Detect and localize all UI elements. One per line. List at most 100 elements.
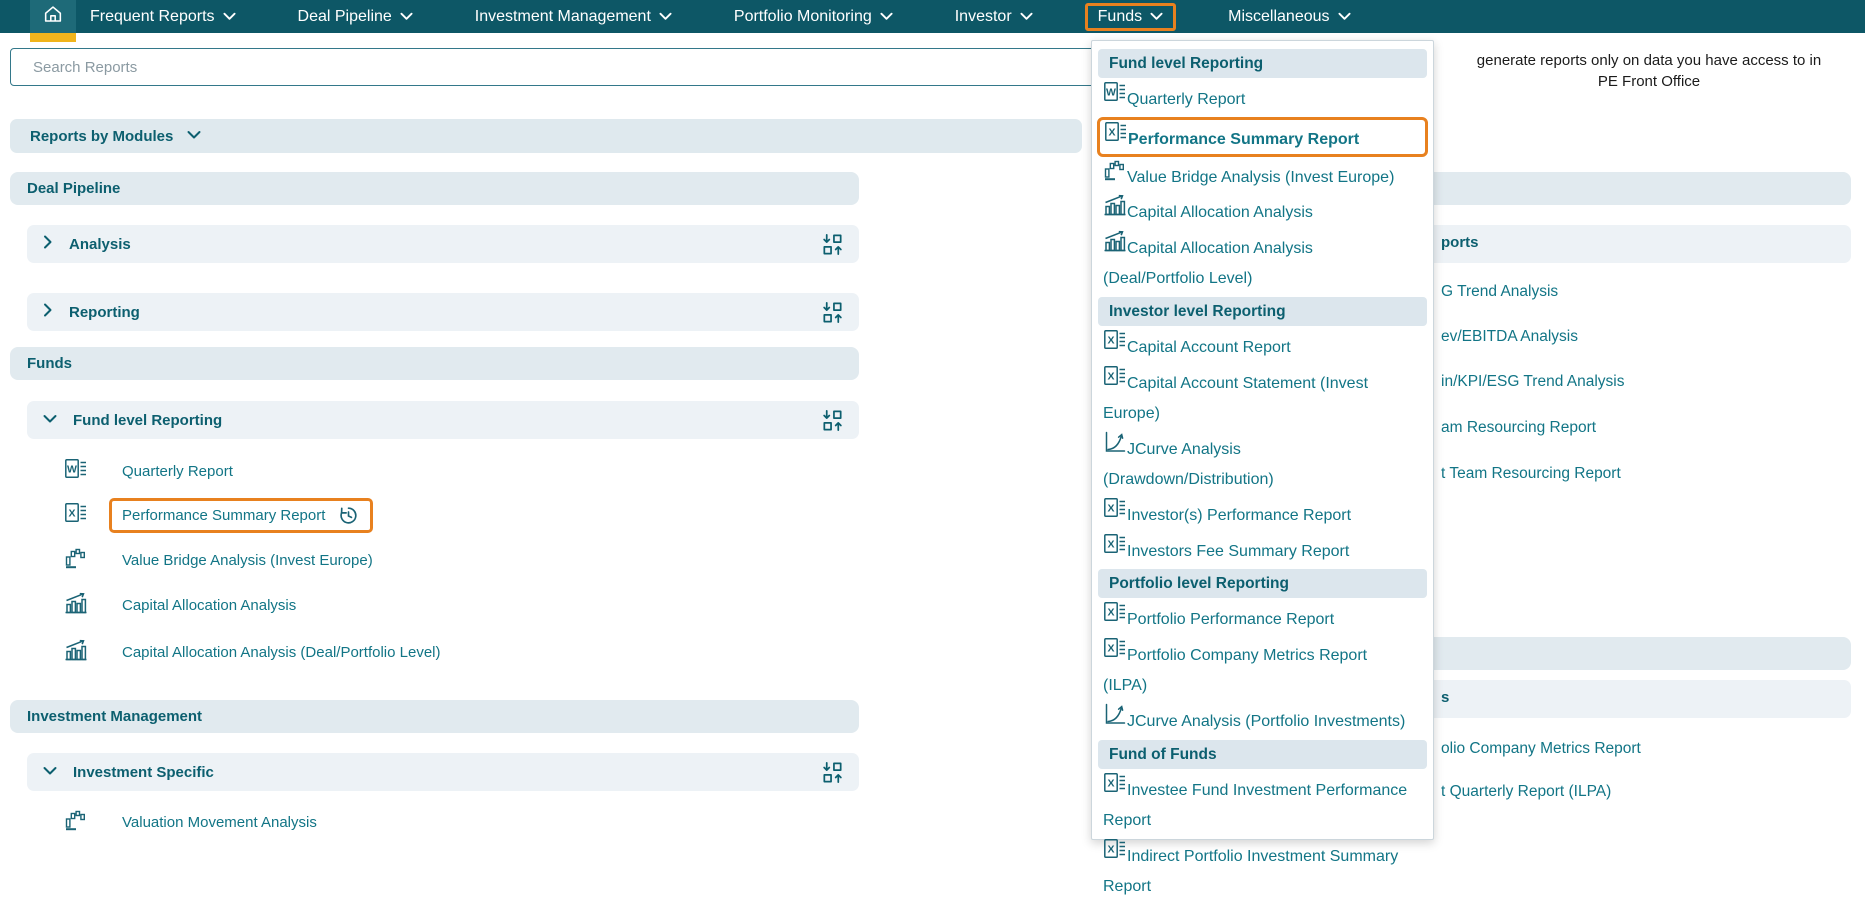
- report-link-fragment[interactable]: in/KPI/ESG Trend Analysis: [1441, 373, 1625, 391]
- report-link-fragment[interactable]: G Trend Analysis: [1441, 283, 1558, 301]
- report-link-fragment[interactable]: ev/EBITDA Analysis: [1441, 328, 1578, 346]
- report-link-performance-summary-report[interactable]: XPerformance Summary Report: [64, 496, 373, 534]
- report-group-investment-specific[interactable]: Investment Specific: [27, 753, 859, 791]
- menu-item-investor-s-performance-report[interactable]: XInvestor(s) Performance Report: [1096, 496, 1429, 532]
- report-link-fragment[interactable]: olio Company Metrics Report: [1441, 740, 1641, 758]
- nav-item-label: Investment Management: [475, 8, 651, 26]
- menu-item-label: Capital Allocation Analysis(Deal/Portfol…: [1103, 240, 1313, 288]
- report-group-fund-level-reporting[interactable]: Fund level Reporting: [27, 401, 859, 439]
- value-bridge-icon: [1103, 169, 1127, 186]
- menu-item-investors-fee-summary-report[interactable]: X Investors Fee Summary Report: [1096, 532, 1429, 568]
- report-link-valuation-movement-analysis[interactable]: Valuation Movement Analysis: [64, 803, 317, 841]
- report-group-analysis[interactable]: Analysis: [27, 225, 859, 263]
- menu-item-capital-allocation-analysis[interactable]: Capital Allocation Analysis: [1096, 193, 1429, 229]
- menu-section-header: Investor level Reporting: [1098, 297, 1427, 326]
- nav-item-label: Investor: [955, 8, 1012, 26]
- nav-item-funds[interactable]: Funds: [1085, 3, 1176, 31]
- report-link-value-bridge-analysis-invest-europe-[interactable]: Value Bridge Analysis (Invest Europe): [64, 541, 373, 579]
- home-icon: [42, 3, 64, 30]
- history-icon[interactable]: [338, 505, 359, 526]
- menu-item-capital-account-report[interactable]: XCapital Account Report: [1096, 328, 1429, 364]
- menu-item-label: Investors Fee Summary Report: [1127, 543, 1349, 560]
- nav-item-deal-pipeline[interactable]: Deal Pipeline: [298, 8, 413, 26]
- nav-item-label: Funds: [1098, 8, 1142, 26]
- chevron-down-icon: [1338, 8, 1351, 26]
- menu-item-indirect-portfolio-investment-summary-report[interactable]: XIndirect Portfolio Investment SummaryRe…: [1096, 837, 1429, 903]
- menu-item-jcurve-analysis-portfolio-investments-[interactable]: JCurve Analysis (Portfolio Investments): [1096, 702, 1429, 738]
- chevron-down-icon: [880, 8, 893, 26]
- report-link-fragment[interactable]: am Resourcing Report: [1441, 419, 1596, 437]
- menu-item-label: Value Bridge Analysis (Invest Europe): [1127, 169, 1394, 186]
- svg-text:W: W: [1106, 87, 1116, 99]
- report-link-quarterly-report[interactable]: WQuarterly Report: [64, 452, 233, 490]
- chevron-down-icon: [1150, 8, 1163, 26]
- nav-item-miscellaneous[interactable]: Miscellaneous: [1228, 8, 1350, 26]
- excel-icon: X: [1103, 782, 1127, 799]
- menu-item-quarterly-report[interactable]: WQuarterly Report: [1096, 80, 1429, 116]
- report-link-capital-allocation-analysis[interactable]: Capital Allocation Analysis: [64, 586, 296, 624]
- report-link-fragment[interactable]: t Team Resourcing Report: [1441, 465, 1621, 483]
- module-section-header: Deal Pipeline: [10, 172, 859, 205]
- expand-collapse-icon[interactable]: [820, 760, 845, 785]
- svg-text:X: X: [1107, 503, 1114, 515]
- home-button[interactable]: [30, 0, 76, 33]
- word-icon: W: [1103, 91, 1127, 108]
- menu-item-label: Quarterly Report: [1127, 91, 1245, 108]
- report-link-label: Capital Allocation Analysis: [122, 597, 296, 614]
- top-navbar: Frequent Reports Deal Pipeline Investment …: [0, 0, 1865, 33]
- reports-by-modules-dropdown[interactable]: Reports by Modules: [10, 119, 1082, 153]
- nav-item-investor[interactable]: Investor: [955, 8, 1033, 26]
- chevron-down-icon: [1020, 8, 1033, 26]
- nav-item-investment-management[interactable]: Investment Management: [475, 8, 672, 26]
- svg-text:X: X: [1108, 126, 1115, 138]
- svg-text:X: X: [1107, 607, 1114, 619]
- report-link-label: Capital Allocation Analysis (Deal/Portfo…: [122, 644, 441, 661]
- nav-item-label: Frequent Reports: [90, 8, 215, 26]
- menu-item-label: Portfolio Performance Report: [1127, 611, 1334, 628]
- report-link-fragment[interactable]: t Quarterly Report (ILPA): [1441, 783, 1611, 801]
- menu-item-investee-fund-investment-performance-report[interactable]: XInvestee Fund Investment PerformanceRep…: [1096, 771, 1429, 837]
- excel-icon: X: [1103, 848, 1127, 865]
- menu-item-capital-account-statement-invest-europe-[interactable]: XCapital Account Statement (InvestEurope…: [1096, 364, 1429, 430]
- svg-text:X: X: [1107, 843, 1114, 855]
- menu-item-portfolio-performance-report[interactable]: X Portfolio Performance Report: [1096, 600, 1429, 636]
- report-link-label: Quarterly Report: [122, 463, 233, 480]
- menu-item-label: JCurve Analysis(Drawdown/Distribution): [1103, 441, 1274, 489]
- bar-chart-icon: [64, 638, 88, 667]
- nav-item-frequent-reports[interactable]: Frequent Reports: [90, 8, 236, 26]
- menu-item-value-bridge-analysis-invest-europe-[interactable]: Value Bridge Analysis (Invest Europe): [1096, 158, 1429, 194]
- module-section-title: Funds: [27, 355, 72, 372]
- jcurve-icon: [1103, 713, 1127, 730]
- menu-item-performance-summary-report[interactable]: XPerformance Summary Report: [1097, 117, 1428, 157]
- nav-item-label: Portfolio Monitoring: [734, 8, 872, 26]
- module-section-title: Deal Pipeline: [27, 180, 120, 197]
- menu-item-label: JCurve Analysis (Portfolio Investments): [1127, 713, 1405, 730]
- menu-item-label: Performance Summary Report: [1128, 131, 1359, 148]
- nav-item-portfolio-monitoring[interactable]: Portfolio Monitoring: [734, 8, 893, 26]
- expand-collapse-icon[interactable]: [820, 300, 845, 325]
- svg-text:X: X: [1107, 777, 1114, 789]
- access-info-line1: generate reports only on data you have a…: [1437, 50, 1861, 71]
- excel-icon: X: [1103, 375, 1127, 392]
- report-group-label: Fund level Reporting: [73, 412, 222, 429]
- report-group-label-fragment: ports: [1441, 234, 1479, 251]
- access-info-line2: PE Front Office: [1437, 71, 1861, 92]
- report-link-capital-allocation-analysis-deal-portfolio-level-[interactable]: Capital Allocation Analysis (Deal/Portfo…: [64, 633, 441, 671]
- svg-text:X: X: [1107, 538, 1114, 550]
- chevron-down-icon: [187, 127, 201, 145]
- menu-item-portfolio-company-metrics-report-ilpa-[interactable]: XPortfolio Company Metrics Report(ILPA): [1096, 636, 1429, 702]
- jcurve-icon: [1103, 441, 1127, 458]
- chevron-down-icon: [400, 8, 413, 26]
- expand-collapse-icon[interactable]: [820, 232, 845, 257]
- menu-item-jcurve-analysis-drawdown-distribution-[interactable]: JCurve Analysis(Drawdown/Distribution): [1096, 430, 1429, 496]
- menu-item-label: Capital Allocation Analysis: [1127, 204, 1313, 221]
- excel-icon: X: [1104, 131, 1128, 148]
- access-info-note: generate reports only on data you have a…: [1437, 50, 1861, 92]
- report-group-label-fragment: s: [1441, 689, 1449, 706]
- menu-item-capital-allocation-analysis-deal-portfolio-level-[interactable]: Capital Allocation Analysis(Deal/Portfol…: [1096, 229, 1429, 295]
- report-group-reporting[interactable]: Reporting: [27, 293, 859, 331]
- expand-collapse-icon[interactable]: [820, 408, 845, 433]
- bar-chart-icon: [1103, 240, 1127, 257]
- chevron-right-icon: [43, 235, 53, 254]
- value-bridge-icon: [64, 808, 88, 837]
